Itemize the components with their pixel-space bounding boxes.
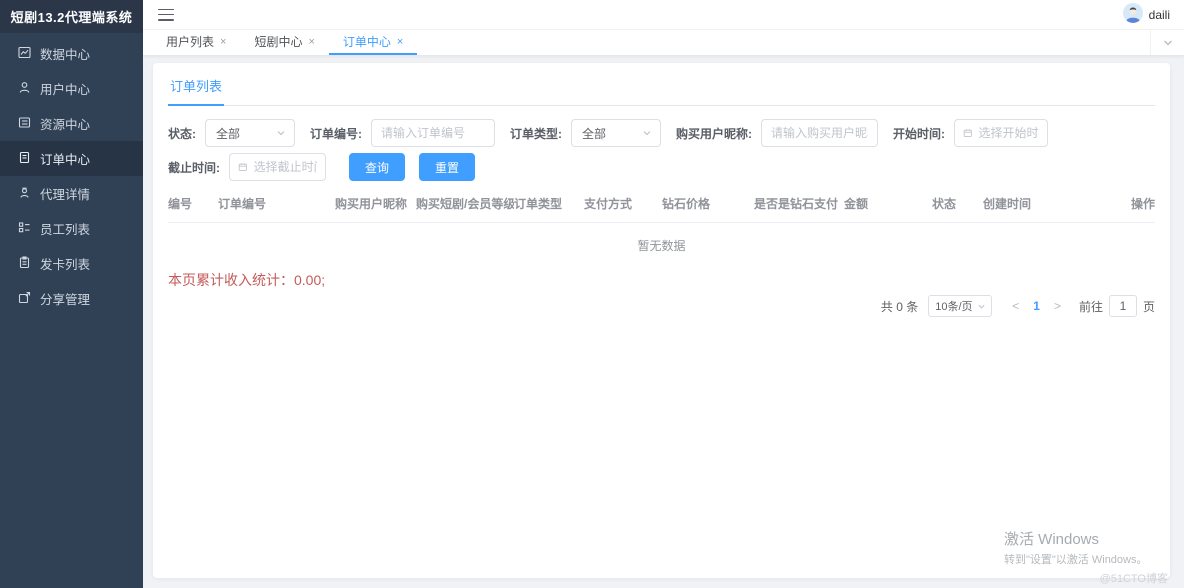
page-size-value: 10条/页 [935, 298, 972, 314]
close-icon[interactable]: × [220, 36, 226, 48]
hamburger-icon[interactable] [158, 9, 174, 21]
col-amount: 金额 [844, 195, 932, 212]
main-area: daili 用户列表 × 短剧中心 × 订单中心 × 订单列表 状态: [143, 0, 1184, 588]
card-tab-order-list[interactable]: 订单列表 [168, 76, 224, 106]
goto-page-input[interactable] [1109, 295, 1137, 317]
order-type-label: 订单类型: [510, 125, 562, 142]
goto-suffix: 页 [1143, 298, 1155, 315]
user-menu[interactable]: daili [1123, 3, 1170, 26]
tab-options-chevron-down-icon[interactable] [1150, 30, 1184, 55]
card-icon [18, 256, 31, 272]
start-time-picker[interactable] [954, 119, 1048, 147]
end-time-input[interactable] [254, 160, 317, 174]
topbar: daili [143, 0, 1184, 30]
sidebar-nav: 数据中心 用户中心 资源中心 订单中心 代理详情 员工列表 发卡列表 分享管理 [0, 33, 143, 316]
col-drama-level: 购买短剧/会员等级 [416, 195, 514, 212]
filter-row-1: 状态: 全部 订单编号: 订单类型: 全部 [168, 119, 1155, 147]
status-select[interactable]: 全部 [205, 119, 295, 147]
sidebar: 短剧13.2代理端系统 数据中心 用户中心 资源中心 订单中心 代理详情 员工列… [0, 0, 143, 588]
sidebar-item-card-list[interactable]: 发卡列表 [0, 246, 143, 281]
tab-label: 短剧中心 [254, 33, 302, 50]
order-type-select-value: 全部 [582, 125, 606, 142]
resource-icon [18, 116, 31, 132]
col-order-no: 订单编号 [218, 195, 335, 212]
col-number: 编号 [168, 195, 218, 212]
col-actions: 操作 [1128, 195, 1155, 212]
order-list-card: 订单列表 状态: 全部 订单编号: 订单类型: 全部 [153, 63, 1170, 578]
col-buyer-nickname: 购买用户昵称 [335, 195, 416, 212]
sidebar-item-label: 代理详情 [40, 184, 90, 203]
reset-button[interactable]: 重置 [419, 153, 475, 181]
content-area: 订单列表 状态: 全部 订单编号: 订单类型: 全部 [143, 56, 1184, 588]
col-created-time: 创建时间 [983, 195, 1128, 212]
sidebar-item-user-center[interactable]: 用户中心 [0, 71, 143, 106]
chart-icon [18, 46, 31, 62]
sidebar-item-data-center[interactable]: 数据中心 [0, 36, 143, 71]
chevron-down-icon [977, 302, 986, 311]
share-icon [18, 291, 31, 307]
agent-icon [18, 186, 31, 202]
start-time-input[interactable] [979, 126, 1039, 140]
start-time-label: 开始时间: [893, 125, 945, 142]
sidebar-item-share-manage[interactable]: 分享管理 [0, 281, 143, 316]
sidebar-item-label: 发卡列表 [40, 254, 90, 273]
order-icon [18, 151, 31, 167]
table-header-row: 编号 订单编号 购买用户昵称 购买短剧/会员等级 订单类型 支付方式 钻石价格 … [168, 195, 1155, 223]
chevron-down-icon [642, 128, 652, 138]
tab-label: 订单中心 [343, 33, 391, 50]
order-no-input[interactable] [371, 119, 495, 147]
tab-bar: 用户列表 × 短剧中心 × 订单中心 × [143, 30, 1184, 56]
tab-label: 用户列表 [166, 33, 214, 50]
sidebar-item-resource-center[interactable]: 资源中心 [0, 106, 143, 141]
status-select-value: 全部 [216, 125, 240, 142]
sidebar-item-order-center[interactable]: 订单中心 [0, 141, 143, 176]
tab-drama-center[interactable]: 短剧中心 × [240, 30, 328, 55]
calendar-icon [238, 161, 248, 173]
goto-label: 前往 [1079, 298, 1103, 315]
sidebar-item-label: 数据中心 [40, 44, 90, 63]
user-icon [18, 81, 31, 97]
avatar [1123, 3, 1143, 26]
username: daili [1149, 8, 1170, 22]
col-status: 状态 [932, 195, 983, 212]
end-time-picker[interactable] [229, 153, 326, 181]
sidebar-item-agent-detail[interactable]: 代理详情 [0, 176, 143, 211]
prev-page-button[interactable]: < [1004, 299, 1027, 313]
sidebar-item-staff-list[interactable]: 员工列表 [0, 211, 143, 246]
col-is-diamond-pay: 是否是钻石支付 [754, 195, 844, 212]
chevron-down-icon [276, 128, 286, 138]
calendar-icon [963, 127, 973, 139]
page-size-select[interactable]: 10条/页 [928, 295, 992, 317]
close-icon[interactable]: × [308, 36, 314, 48]
order-type-select[interactable]: 全部 [571, 119, 661, 147]
pagination: 共 0 条 10条/页 < 1 > 前往 页 [168, 295, 1155, 317]
empty-state-text: 暂无数据 [168, 223, 1155, 264]
page-number-1[interactable]: 1 [1027, 299, 1046, 313]
order-no-label: 订单编号: [310, 125, 362, 142]
page-income-summary: 本页累计收入统计：0.00; [168, 270, 1155, 290]
search-button[interactable]: 查询 [349, 153, 405, 181]
sidebar-item-label: 资源中心 [40, 114, 90, 133]
tab-user-list[interactable]: 用户列表 × [152, 30, 240, 55]
tab-order-center[interactable]: 订单中心 × [329, 30, 417, 55]
buyer-input[interactable] [761, 119, 878, 147]
app-title: 短剧13.2代理端系统 [0, 0, 143, 33]
card-tab-header: 订单列表 [168, 63, 1155, 106]
staff-icon [18, 221, 31, 237]
next-page-button[interactable]: > [1046, 299, 1069, 313]
pagination-total: 共 0 条 [881, 298, 918, 315]
sidebar-item-label: 订单中心 [40, 149, 90, 168]
buyer-label: 购买用户昵称: [676, 125, 752, 142]
col-order-type: 订单类型 [514, 195, 584, 212]
end-time-label: 截止时间: [168, 159, 220, 176]
sidebar-item-label: 用户中心 [40, 79, 90, 98]
col-diamond-price: 钻石价格 [662, 195, 754, 212]
col-pay-method: 支付方式 [584, 195, 662, 212]
sidebar-item-label: 分享管理 [40, 289, 90, 308]
filter-row-2: 截止时间: 查询 重置 [168, 153, 1155, 181]
sidebar-item-label: 员工列表 [40, 219, 90, 238]
status-label: 状态: [168, 125, 196, 142]
close-icon[interactable]: × [397, 36, 403, 48]
